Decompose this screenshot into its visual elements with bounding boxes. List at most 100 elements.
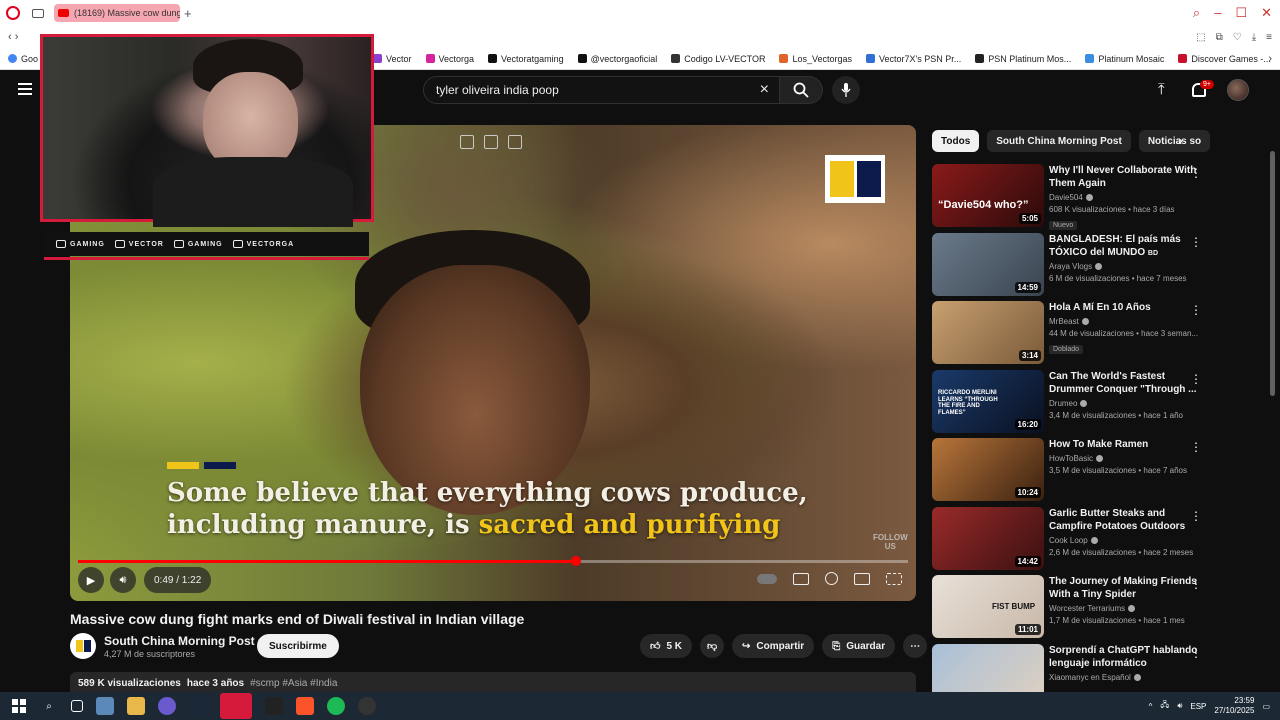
- clock[interactable]: 23:59 27/10/2025: [1214, 696, 1254, 716]
- tab-switcher-icon[interactable]: [32, 8, 44, 18]
- subscribe-button[interactable]: Suscribirme: [257, 634, 339, 658]
- bookmark-item[interactable]: Vectoratgaming: [488, 54, 564, 64]
- play-button[interactable]: ▶: [78, 567, 104, 593]
- notifications-icon[interactable]: ▭: [1262, 702, 1270, 711]
- windows-start-icon[interactable]: [12, 699, 26, 713]
- share-button[interactable]: ↪ Compartir: [732, 634, 815, 658]
- description-box[interactable]: 589 K visualizaciones hace 3 años #scmp …: [70, 672, 916, 694]
- menu-hamburger-icon[interactable]: [18, 83, 32, 98]
- recommended-video[interactable]: RICCARDO MERLINI LEARNS “THROUGH THE FIR…: [932, 369, 1202, 438]
- discord-icon[interactable]: [158, 697, 176, 715]
- search-icon[interactable]: ⌕: [40, 697, 58, 715]
- save-button[interactable]: ⎘ Guardar: [822, 634, 896, 658]
- autoplay-toggle[interactable]: [757, 573, 777, 584]
- recommended-video[interactable]: 3:14 Hola A Mí En 10 Años MrBeast 44 M de v…: [932, 301, 1202, 369]
- snapshot-icon[interactable]: ⧉: [1216, 32, 1223, 43]
- volume-button[interactable]: 🔊︎: [110, 567, 136, 593]
- opera-logo-icon[interactable]: [6, 6, 20, 20]
- bookmark-item[interactable]: Los_Vectorgas: [779, 54, 852, 64]
- more-options-icon[interactable]: ⋮: [1190, 577, 1202, 591]
- task-view-icon[interactable]: [71, 700, 83, 712]
- bookmark-item[interactable]: Vector: [373, 54, 412, 64]
- extension-icon[interactable]: ⬚: [1196, 32, 1205, 43]
- tray-chevron-icon[interactable]: ^: [1149, 702, 1153, 711]
- brave-icon[interactable]: [296, 697, 314, 715]
- subtitles-icon[interactable]: [793, 572, 809, 585]
- more-actions-button[interactable]: ⋯: [903, 634, 928, 658]
- search-button[interactable]: [780, 76, 823, 104]
- video-thumbnail[interactable]: FIST BUMP 11:01: [932, 575, 1044, 638]
- bookmark-item[interactable]: Vector7X's PSN Pr...: [866, 54, 961, 64]
- more-options-icon[interactable]: ⋮: [1190, 509, 1202, 523]
- video-thumbnail[interactable]: 3:14: [932, 301, 1044, 364]
- bookmark-item[interactable]: PSN Platinum Mos...: [975, 54, 1071, 64]
- download-icon[interactable]: ⤓: [1252, 32, 1256, 43]
- obs-icon[interactable]: [358, 697, 376, 715]
- bookmark-google[interactable]: Goo: [8, 54, 38, 64]
- bookmark-item[interactable]: @vectorgaoficial: [577, 54, 657, 64]
- file-explorer-icon[interactable]: [127, 697, 145, 715]
- miniplayer-icon[interactable]: [460, 135, 474, 149]
- language-indicator[interactable]: ESP: [1190, 702, 1206, 711]
- recommended-video[interactable]: 14:59 BANGLADESH: El país más TÓXICO del …: [932, 232, 1202, 301]
- volume-icon[interactable]: 🔊︎: [1177, 701, 1182, 711]
- voice-search-button[interactable]: [832, 76, 860, 104]
- search-input[interactable]: tyler oliveira india poop ×: [423, 76, 780, 104]
- cast-icon[interactable]: [484, 135, 498, 149]
- steam-icon[interactable]: [189, 697, 207, 715]
- filter-chip[interactable]: South China Morning Post: [987, 130, 1131, 152]
- user-avatar[interactable]: [1227, 79, 1249, 101]
- page-scrollbar[interactable]: [1270, 151, 1275, 396]
- theater-mode-icon[interactable]: [854, 572, 870, 585]
- recommended-video[interactable]: 10:24 How To Make Ramen HowToBasic 3,5 M de…: [932, 438, 1202, 506]
- recommended-video[interactable]: FIST BUMP 11:01 The Journey of Making Frie…: [932, 575, 1202, 643]
- more-options-icon[interactable]: ⋮: [1190, 440, 1202, 454]
- back-forward-icons[interactable]: ‹ ›: [8, 31, 18, 43]
- like-button[interactable]: 👍︎ 5 K: [640, 634, 693, 658]
- more-options-icon[interactable]: ⋮: [1190, 303, 1202, 317]
- video-thumbnail[interactable]: 14:59: [932, 232, 1044, 296]
- skip-icon[interactable]: [508, 135, 522, 149]
- settings-gear-icon[interactable]: [825, 572, 838, 585]
- recommended-video[interactable]: 14:42 Garlic Butter Steaks and Campfire P…: [932, 506, 1202, 575]
- bookmark-item[interactable]: Codigo LV-VECTOR: [671, 54, 765, 64]
- close-window-button[interactable]: ✕: [1261, 5, 1272, 21]
- progress-bar[interactable]: [78, 556, 908, 566]
- more-options-icon[interactable]: ⋮: [1190, 166, 1202, 180]
- upload-icon[interactable]: ⤒: [1158, 81, 1165, 98]
- new-tab-button[interactable]: +: [184, 6, 192, 21]
- filter-chip[interactable]: Noticias so: [1138, 130, 1211, 152]
- video-thumbnail[interactable]: RICCARDO MERLINI LEARNS “THROUGH THE FIR…: [932, 369, 1044, 433]
- network-icon[interactable]: 🖧︎: [1160, 699, 1169, 713]
- dislike-button[interactable]: 👎︎: [700, 634, 725, 658]
- filter-chip[interactable]: Todos: [932, 130, 980, 152]
- video-thumbnail[interactable]: 10:24: [932, 438, 1044, 501]
- video-thumbnail[interactable]: “Davie504 who?” 5:05: [932, 164, 1044, 227]
- app-icon-2[interactable]: [265, 697, 283, 715]
- app-icon[interactable]: [96, 697, 114, 715]
- bookmark-item[interactable]: Vectorga: [425, 54, 474, 64]
- fullscreen-icon[interactable]: [886, 572, 902, 585]
- bookmark-item[interactable]: Discover Games -...: [1178, 54, 1271, 64]
- browser-tab-active[interactable]: (18169) Massive cow dung...: [54, 4, 180, 22]
- menu-icon[interactable]: ≡: [1266, 32, 1272, 43]
- chips-next-icon[interactable]: ›: [1178, 132, 1183, 148]
- spotify-icon[interactable]: [327, 697, 345, 715]
- social-platform-icon: [114, 240, 125, 248]
- channel-avatar[interactable]: [70, 633, 96, 659]
- more-options-icon[interactable]: ⋮: [1190, 235, 1202, 249]
- progress-scrubber[interactable]: [571, 556, 581, 566]
- maximize-button[interactable]: ☐: [1235, 5, 1247, 21]
- video-thumbnail[interactable]: 14:42: [932, 506, 1044, 570]
- search-tabs-icon[interactable]: ⌕: [1193, 5, 1200, 21]
- channel-name[interactable]: South China Morning Post: [104, 634, 265, 648]
- recommended-video[interactable]: “Davie504 who?” 5:05 Why I'll Never Collab…: [932, 164, 1202, 232]
- minimize-button[interactable]: –: [1214, 5, 1221, 21]
- more-options-icon[interactable]: ⋮: [1190, 646, 1202, 660]
- more-options-icon[interactable]: ⋮: [1190, 372, 1202, 386]
- bookmarks-more-icon[interactable]: ›: [1268, 53, 1272, 65]
- opera-active-icon[interactable]: [220, 693, 252, 719]
- clear-search-icon[interactable]: ×: [760, 81, 769, 99]
- heart-icon[interactable]: ♡: [1233, 32, 1242, 43]
- bookmark-item[interactable]: Platinum Mosaic: [1085, 54, 1164, 64]
